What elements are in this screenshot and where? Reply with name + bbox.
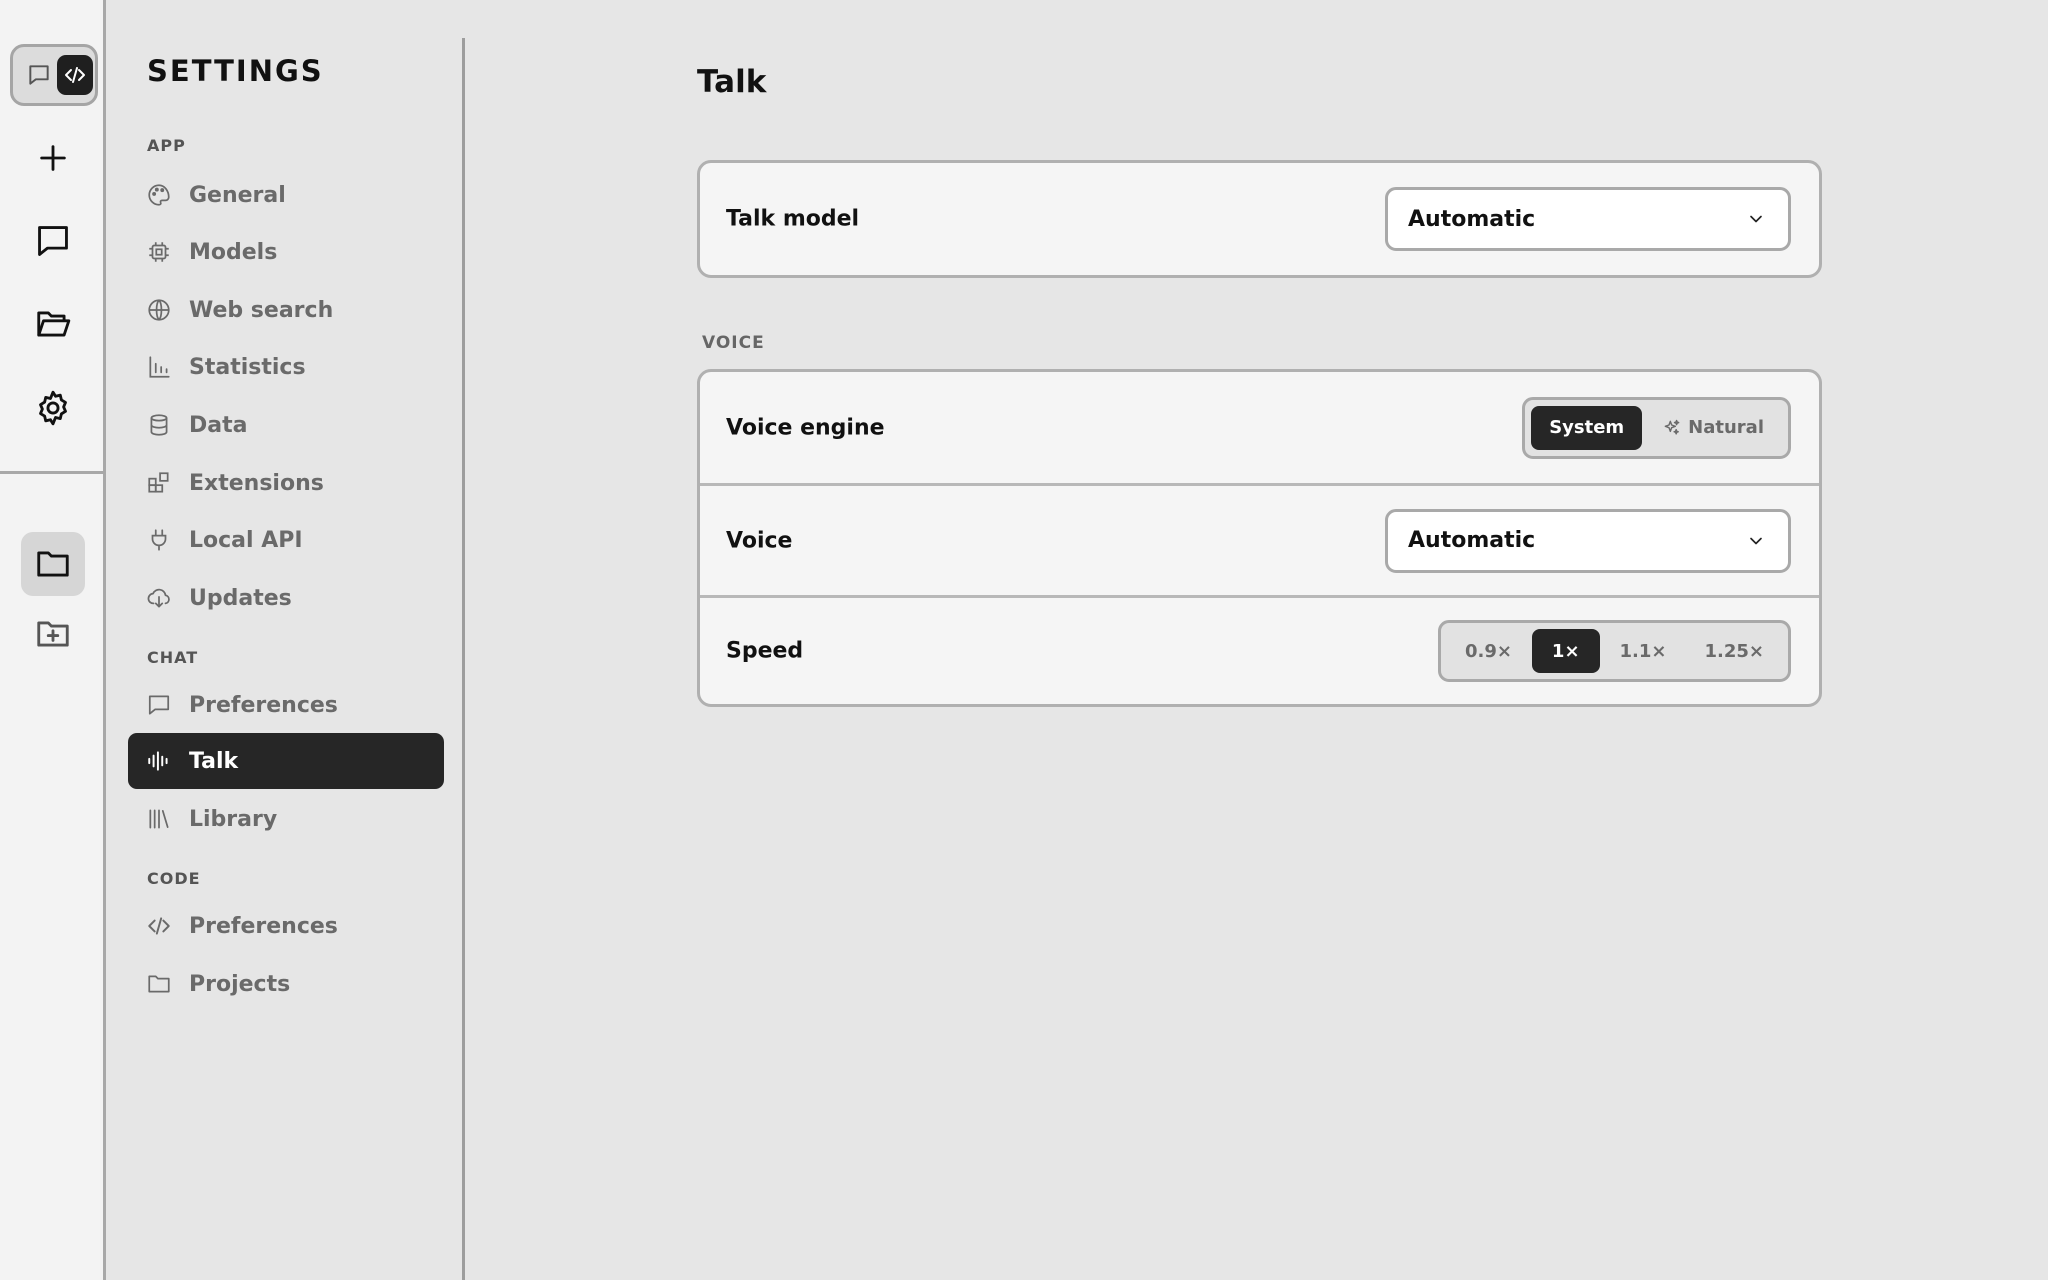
sidebar-item-web-search[interactable]: Web search <box>128 282 444 338</box>
folder-plus-icon <box>37 621 69 647</box>
chat-bubble-icon <box>145 691 173 719</box>
icon-rail <box>0 0 106 1280</box>
voice-engine-option-label: System <box>1549 417 1625 438</box>
palette-icon <box>145 181 173 209</box>
waveform-icon <box>145 747 173 775</box>
voice-engine-option-natural[interactable]: Natural <box>1644 406 1782 450</box>
sidebar-item-label: Library <box>189 806 278 832</box>
speed-option-label: 1.1× <box>1619 640 1667 662</box>
voice-label: Voice <box>726 528 793 553</box>
new-chat-button[interactable] <box>21 126 85 190</box>
chat-bubble-icon <box>38 226 68 256</box>
voice-select[interactable]: Automatic <box>1385 508 1791 573</box>
speed-label: Speed <box>726 638 804 664</box>
sidebar-item-updates[interactable]: Updates <box>128 570 444 626</box>
voice-value: Automatic <box>1408 528 1536 553</box>
sparkle-icon <box>1662 418 1682 438</box>
voice-engine-option-system[interactable]: System <box>1531 405 1643 450</box>
voice-row: Voice Automatic <box>700 483 1819 595</box>
sidebar-item-library[interactable]: Library <box>128 791 444 847</box>
sidebar-item-label: Updates <box>189 585 292 611</box>
speed-option-1[interactable]: 1× <box>1531 629 1600 673</box>
sidebar-item-label: Talk <box>189 748 239 774</box>
sidebar-item-label: Preferences <box>189 913 338 939</box>
voice-section-label: VOICE <box>702 333 765 353</box>
rail-divider <box>0 471 106 474</box>
section-label-app: APP <box>147 136 186 155</box>
talk-model-row: Talk model Automatic <box>700 163 1819 275</box>
folder-open-icon <box>37 311 71 337</box>
folder-icon <box>145 970 173 998</box>
sidebar-item-data[interactable]: Data <box>128 397 444 453</box>
library-icon <box>145 805 173 833</box>
talk-model-card: Talk model Automatic <box>697 160 1822 278</box>
sidebar-item-label: General <box>189 182 286 208</box>
sidebar-item-label: Data <box>189 412 248 438</box>
extensions-icon <box>145 469 173 497</box>
voice-engine-option-label: Natural <box>1688 417 1764 438</box>
app-window: SETTINGS APP General Models Web search S… <box>0 0 2048 1280</box>
plug-icon <box>145 526 173 554</box>
sidebar-item-label: Local API <box>189 527 303 553</box>
section-label-code: CODE <box>147 869 201 888</box>
bar-chart-icon <box>145 353 173 381</box>
database-icon <box>145 411 173 439</box>
gear-icon <box>39 390 67 426</box>
folder-icon <box>37 551 69 577</box>
sidebar-item-models[interactable]: Models <box>128 224 444 280</box>
chevron-down-icon <box>1750 215 1762 223</box>
sidebar-item-statistics[interactable]: Statistics <box>128 339 444 395</box>
voice-engine-label: Voice engine <box>726 415 885 440</box>
sidebar-item-label: Projects <box>189 971 291 997</box>
speed-option-0-9[interactable]: 0.9× <box>1447 629 1530 673</box>
mode-switch[interactable] <box>10 44 98 106</box>
voice-card: Voice engine System Natural Voice Automa… <box>697 369 1822 707</box>
sidebar-title: SETTINGS <box>147 54 324 88</box>
voice-engine-row: Voice engine System Natural <box>700 372 1819 483</box>
sidebar-item-talk[interactable]: Talk <box>128 733 444 789</box>
sidebar-item-label: Preferences <box>189 692 338 718</box>
speed-toggle: 0.9× 1× 1.1× 1.25× <box>1437 620 1791 682</box>
talk-model-select[interactable]: Automatic <box>1385 187 1791 251</box>
speed-option-label: 1.25× <box>1704 640 1765 662</box>
sidebar-item-label: Models <box>189 239 278 265</box>
chats-button[interactable] <box>21 209 85 273</box>
sidebar-item-label: Extensions <box>189 470 324 496</box>
settings-button[interactable] <box>21 376 85 440</box>
speed-option-1-1[interactable]: 1.1× <box>1602 629 1685 673</box>
talk-model-label: Talk model <box>726 206 860 232</box>
talk-model-value: Automatic <box>1408 206 1536 232</box>
code-mode-icon[interactable] <box>57 55 93 95</box>
projects-button[interactable] <box>21 532 85 596</box>
sidebar-item-label: Statistics <box>189 354 306 380</box>
section-label-chat: CHAT <box>147 648 199 667</box>
sidebar-item-label: Web search <box>189 297 334 323</box>
cloud-download-icon <box>145 584 173 612</box>
plus-icon <box>40 145 66 171</box>
sidebar-item-chat-preferences[interactable]: Preferences <box>128 677 444 733</box>
open-folder-button[interactable] <box>21 292 85 356</box>
new-project-button[interactable] <box>21 602 85 666</box>
sidebar-item-projects[interactable]: Projects <box>128 956 444 1012</box>
speed-row: Speed 0.9× 1× 1.1× 1.25× <box>700 595 1819 704</box>
sidebar-item-extensions[interactable]: Extensions <box>128 455 444 511</box>
globe-icon <box>145 296 173 324</box>
sidebar-item-general[interactable]: General <box>128 167 444 223</box>
code-icon <box>145 912 173 940</box>
sidebar-item-code-preferences[interactable]: Preferences <box>128 898 444 954</box>
speed-option-1-25[interactable]: 1.25× <box>1687 629 1783 673</box>
chevron-down-icon <box>1750 537 1762 544</box>
sidebar-item-local-api[interactable]: Local API <box>128 512 444 568</box>
speed-option-label: 0.9× <box>1464 640 1512 662</box>
sidebar-divider <box>462 38 465 1280</box>
chat-mode-icon[interactable] <box>21 57 57 93</box>
speed-option-label: 1× <box>1551 640 1580 662</box>
voice-engine-toggle: System Natural <box>1522 396 1791 459</box>
page-title: Talk <box>697 64 767 100</box>
chip-icon <box>145 238 173 266</box>
